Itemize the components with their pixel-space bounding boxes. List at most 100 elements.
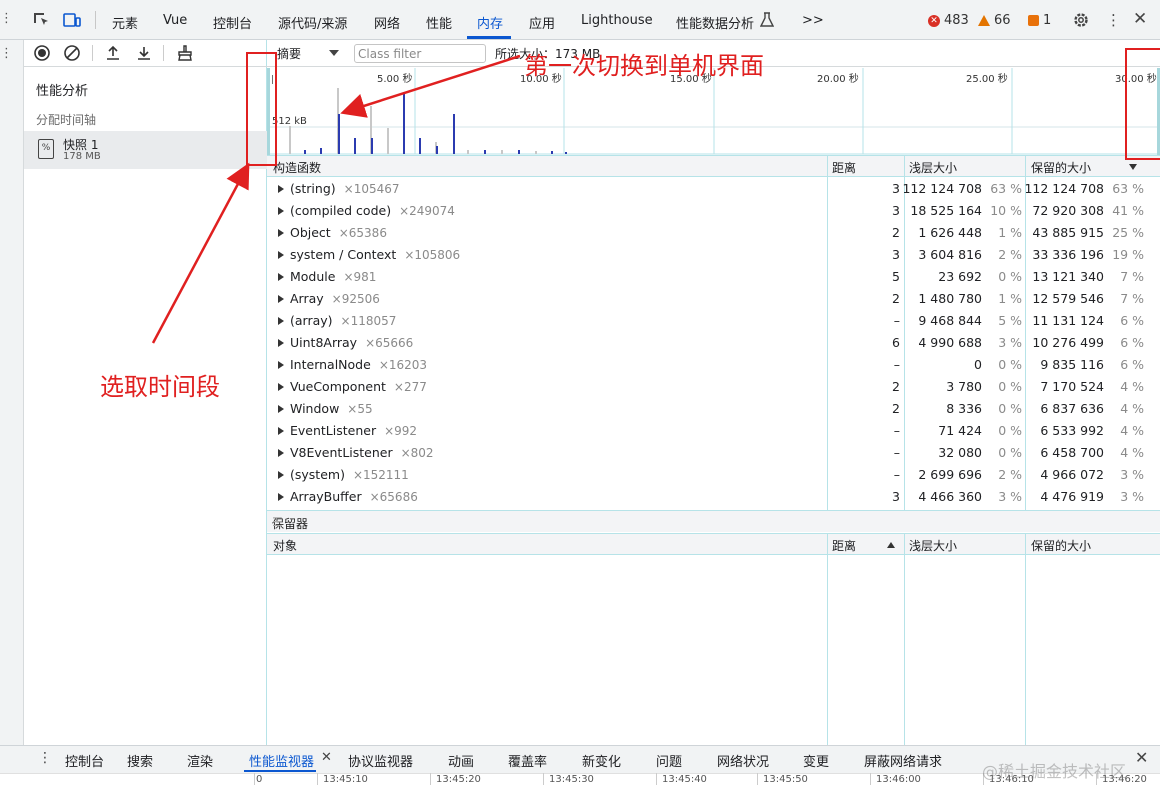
sort-ascending-icon[interactable]	[887, 542, 895, 548]
tab-memory[interactable]: 内存	[477, 13, 503, 32]
drawer-tab-console[interactable]: 控制台	[65, 751, 104, 770]
view-select[interactable]: 摘要	[277, 45, 301, 62]
table-row[interactable]: (system) ×152111 – 2 699 696 2 % 4 966 07…	[267, 464, 1160, 486]
profiles-heading: 性能分析	[36, 84, 89, 99]
class-filter-input[interactable]	[354, 44, 486, 63]
drawer-tab-animations[interactable]: 动画	[448, 751, 474, 770]
download-icon[interactable]	[135, 44, 153, 62]
constructor-name: Uint8Array ×65666	[290, 335, 414, 350]
tab-performance[interactable]: 性能	[426, 13, 452, 32]
tab-sources[interactable]: 源代码/来源	[278, 13, 347, 32]
drawer-tab-performance-monitor[interactable]: 性能监视器	[249, 751, 314, 770]
error-icon: ✕	[928, 14, 940, 27]
shallow-pct-cell: 5 %	[998, 313, 1022, 328]
tab-network[interactable]: 网络	[374, 13, 400, 32]
table-row[interactable]: (compiled code) ×249074 3 18 525 164 10 %…	[267, 200, 1160, 222]
close-drawer-icon[interactable]: ✕	[1135, 748, 1148, 767]
retained-size-cell: 112 124 708	[1024, 181, 1104, 196]
drawer-tab-protocol-monitor[interactable]: 协议监视器	[348, 751, 413, 770]
ruler-tick-label: 13:45:20	[436, 774, 481, 785]
tab-application[interactable]: 应用	[529, 13, 555, 32]
table-row[interactable]: Object ×65386 2 1 626 448 1 % 43 885 915 …	[267, 222, 1160, 244]
close-devtools-icon[interactable]: ✕	[1133, 9, 1147, 29]
distance-column-header[interactable]: 距离	[832, 537, 856, 554]
clear-icon[interactable]	[63, 44, 81, 62]
upload-icon[interactable]	[104, 44, 122, 62]
expand-triangle-icon[interactable]	[278, 449, 284, 457]
expand-triangle-icon[interactable]	[278, 185, 284, 193]
table-row[interactable]: (array) ×118057 – 9 468 844 5 % 11 131 12…	[267, 310, 1160, 332]
constructor-name: system / Context ×105806	[290, 247, 461, 262]
expand-triangle-icon[interactable]	[278, 251, 284, 259]
device-toolbar-icon[interactable]	[62, 11, 82, 29]
close-tab-icon[interactable]: ✕	[321, 750, 332, 765]
left-more-icon[interactable]: ⋮	[0, 12, 13, 25]
constructor-column-header[interactable]: 构造函数	[273, 159, 321, 176]
table-row[interactable]: Module ×981 5 23 692 0 % 13 121 340 7 %	[267, 266, 1160, 288]
drawer-tab-whats-new[interactable]: 新变化	[582, 751, 621, 770]
table-row[interactable]: Uint8Array ×65666 6 4 990 688 3 % 10 276 …	[267, 332, 1160, 354]
expand-triangle-icon[interactable]	[278, 273, 284, 281]
table-row[interactable]: Array ×92506 2 1 480 780 1 % 12 579 546 7…	[267, 288, 1160, 310]
timeline-scale-label: 512 kB	[272, 116, 307, 127]
drawer-menu-icon[interactable]: ⋮	[38, 750, 52, 766]
object-column-header[interactable]: 对象	[273, 537, 297, 554]
table-row[interactable]: V8EventListener ×802 – 32 080 0 % 6 458 7…	[267, 442, 1160, 464]
table-row[interactable]: VueComponent ×277 2 3 780 0 % 7 170 524 4…	[267, 376, 1160, 398]
table-row[interactable]: (string) ×105467 3 112 124 708 63 % 112 1…	[267, 178, 1160, 200]
table-row[interactable]: system / Context ×105806 3 3 604 816 2 % …	[267, 244, 1160, 266]
allocation-timeline[interactable]: | 512 kB 5.00 秒 10.00 秒 15.00 秒 20.00 秒 …	[267, 68, 1160, 155]
tab-lighthouse[interactable]: Lighthouse	[581, 13, 653, 28]
gear-icon[interactable]	[1072, 11, 1090, 29]
expand-triangle-icon[interactable]	[278, 493, 284, 501]
expand-triangle-icon[interactable]	[278, 383, 284, 391]
expand-triangle-icon[interactable]	[278, 229, 284, 237]
collect-garbage-icon[interactable]	[176, 44, 194, 62]
drawer-tab-changes[interactable]: 变更	[803, 751, 829, 770]
shallow-pct-cell: 0 %	[998, 401, 1022, 416]
warning-count-badge[interactable]: 66	[978, 13, 1011, 28]
table-row[interactable]: ArrayBuffer ×65686 3 4 466 360 3 % 4 476 …	[267, 486, 1160, 508]
table-row[interactable]: EventListener ×992 – 71 424 0 % 6 533 992…	[267, 420, 1160, 442]
shallow-size-cell: 3 604 816	[918, 247, 982, 262]
inspect-element-icon[interactable]	[32, 11, 52, 29]
sort-descending-icon[interactable]	[1129, 164, 1137, 170]
table-row[interactable]: Window ×55 2 8 336 0 % 6 837 636 4 %	[267, 398, 1160, 420]
drawer-tab-network-conditions[interactable]: 网络状况	[717, 751, 769, 770]
expand-triangle-icon[interactable]	[278, 295, 284, 303]
expand-triangle-icon[interactable]	[278, 405, 284, 413]
snapshot-item[interactable]: % 快照 1 178 MB	[24, 131, 267, 169]
expand-triangle-icon[interactable]	[278, 361, 284, 369]
distance-cell: –	[893, 423, 900, 438]
distance-column-header[interactable]: 距离	[832, 159, 856, 176]
constructor-name: Window ×55	[290, 401, 373, 416]
record-icon[interactable]	[33, 44, 51, 62]
retained-size-column-header[interactable]: 保留的大小	[1031, 537, 1091, 554]
left-strip-menu-icon[interactable]: ⋮	[0, 46, 13, 61]
expand-triangle-icon[interactable]	[278, 207, 284, 215]
error-count-badge[interactable]: ✕ 483	[928, 13, 969, 28]
shallow-size-cell: 1 480 780	[918, 291, 982, 306]
drawer-tab-coverage[interactable]: 覆盖率	[508, 751, 547, 770]
shallow-size-column-header[interactable]: 浅层大小	[909, 159, 957, 176]
more-tabs-button[interactable]: >>	[802, 13, 824, 28]
shallow-size-column-header[interactable]: 浅层大小	[909, 537, 957, 554]
drawer-tab-search[interactable]: 搜索	[127, 751, 153, 770]
kebab-menu-icon[interactable]: ⋮	[1106, 11, 1121, 29]
expand-triangle-icon[interactable]	[278, 471, 284, 479]
drawer-tab-rendering[interactable]: 渲染	[187, 751, 213, 770]
drawer-tab-issues[interactable]: 问题	[656, 751, 682, 770]
drawer-tab-network-request-blocking[interactable]: 屏蔽网络请求	[864, 751, 942, 770]
expand-triangle-icon[interactable]	[278, 317, 284, 325]
expand-triangle-icon[interactable]	[278, 427, 284, 435]
table-row[interactable]: InternalNode ×16203 – 0 0 % 9 835 116 6 %	[267, 354, 1160, 376]
chevron-down-icon[interactable]	[329, 50, 339, 56]
tab-vue[interactable]: Vue	[163, 13, 187, 28]
tab-console[interactable]: 控制台	[213, 13, 252, 32]
issues-count-badge[interactable]: 1	[1028, 13, 1051, 28]
expand-triangle-icon[interactable]	[278, 339, 284, 347]
retained-size-column-header[interactable]: 保留的大小	[1031, 159, 1091, 176]
tab-elements[interactable]: 元素	[112, 13, 138, 32]
tab-performance-insights[interactable]: 性能数据分析	[676, 13, 754, 32]
drag-handle-icon[interactable]: ☰	[272, 515, 1152, 529]
